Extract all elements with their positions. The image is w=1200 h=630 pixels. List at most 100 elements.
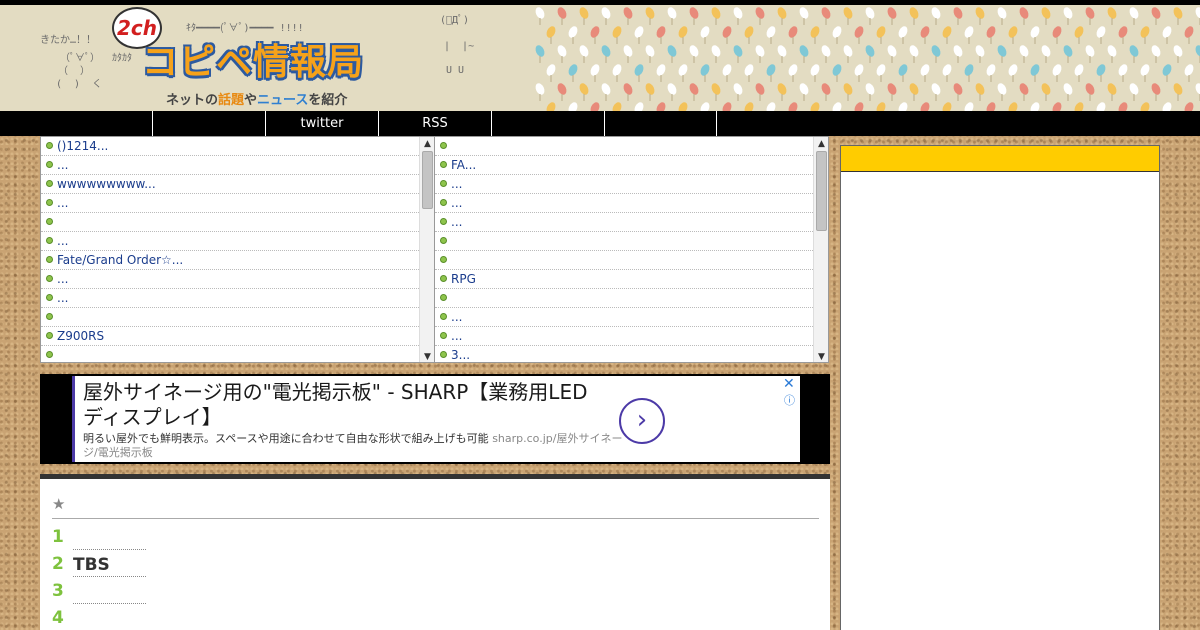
feed-item-link[interactable]: FA... [451, 158, 476, 172]
leaf-shape [997, 7, 1007, 19]
leaf-shape [1008, 64, 1018, 76]
leaf-shape [975, 7, 985, 19]
feed-item[interactable]: wwwwwwwww... [41, 175, 419, 194]
scroll-up-icon[interactable]: ▲ [420, 137, 434, 151]
scrollbar-left[interactable]: ▲ ▼ [419, 137, 434, 362]
ad-title[interactable]: 屋外サイネージ用の"電光掲示板" - SHARP【業務用LEDディスプレイ】 [83, 380, 603, 430]
feed-item[interactable]: RPG [435, 270, 813, 289]
ranking-item[interactable]: 2 TBS [52, 554, 352, 581]
site-logo[interactable]: コピペ情報局 [142, 43, 364, 83]
feed-item[interactable] [435, 232, 813, 251]
feed-item[interactable]: ... [41, 156, 419, 175]
feed-item-link[interactable]: ... [57, 291, 68, 305]
ad-arrow-icon[interactable]: › [619, 398, 665, 444]
feed-item[interactable]: Fate/Grand Order☆... [41, 251, 419, 270]
ad-card[interactable]: 屋外サイネージ用の"電光掲示板" - SHARP【業務用LEDディスプレイ】 明… [72, 376, 800, 462]
feed-item[interactable]: ... [41, 194, 419, 213]
feed-item[interactable]: ... [41, 270, 419, 289]
subtitle-news: ニュース [257, 93, 309, 108]
feed-item[interactable]: ... [41, 232, 419, 251]
feed-item[interactable]: ... [435, 213, 813, 232]
leaf-shape [711, 45, 721, 57]
feed-item-link[interactable]: ... [57, 158, 68, 172]
leaf-shape [931, 7, 941, 19]
nav-item-rss[interactable]: RSS [378, 111, 491, 136]
feed-item-link[interactable]: Z900RS [57, 329, 104, 343]
ranking-item[interactable]: 3 [52, 581, 352, 608]
rank-title[interactable] [73, 581, 146, 604]
nav-item-1[interactable] [152, 111, 265, 136]
feed-item[interactable] [41, 213, 419, 232]
feed-item-link[interactable]: ... [451, 215, 462, 229]
scroll-thumb[interactable] [816, 151, 827, 231]
feed-item-link[interactable]: RPG [451, 272, 476, 286]
nav-item-5[interactable] [491, 111, 604, 136]
scroll-thumb[interactable] [422, 151, 433, 209]
subtitle-part: を紹介 [308, 93, 348, 108]
leaf-shape [799, 45, 809, 57]
leaf-shape [755, 7, 765, 19]
ranking-item[interactable]: 1 [52, 527, 352, 554]
leaf-shape [1085, 7, 1095, 19]
feed-item-link[interactable]: ... [451, 196, 462, 210]
scrollbar-right[interactable]: ▲ ▼ [813, 137, 828, 362]
scroll-down-icon[interactable]: ▼ [420, 350, 434, 362]
feed-item[interactable]: ... [435, 308, 813, 327]
leaf-shape [1030, 102, 1040, 111]
leaf-shape [1195, 7, 1200, 19]
bullet-icon [46, 161, 53, 168]
leaf-shape [1173, 83, 1183, 95]
rank-title[interactable] [73, 527, 146, 550]
ranking-item[interactable]: 4 [52, 608, 352, 630]
rank-title[interactable] [73, 608, 146, 630]
ad-info-icon[interactable]: ⓘ [784, 392, 795, 408]
bullet-icon [440, 161, 447, 168]
feed-item-link[interactable]: ... [57, 272, 68, 286]
nav-item-6[interactable] [604, 111, 717, 136]
feed-item[interactable]: Z900RS [41, 327, 419, 346]
leaf-shape [1162, 102, 1172, 111]
feed-item[interactable]: 3... [435, 346, 813, 362]
feed-box-left[interactable]: ()1214...... wwwwwwwww......... Fate/Grand… [40, 136, 435, 363]
feed-item[interactable]: ... [41, 289, 419, 308]
leaf-shape [953, 45, 963, 57]
leaf-shape [612, 64, 622, 76]
scroll-down-icon[interactable]: ▼ [814, 350, 828, 362]
leaf-shape [1107, 45, 1117, 57]
nav-item-twitter[interactable]: twitter [265, 111, 378, 136]
leaf-shape [821, 83, 831, 95]
scroll-up-icon[interactable]: ▲ [814, 137, 828, 151]
feed-item-link[interactable]: Fate/Grand Order☆... [57, 253, 183, 267]
leaf-shape [733, 7, 743, 19]
feed-item-link[interactable]: ()1214... [57, 139, 108, 153]
leaf-shape [1184, 26, 1194, 38]
feed-item[interactable]: ... [435, 175, 813, 194]
bullet-icon [440, 237, 447, 244]
feed-item[interactable]: ... [435, 194, 813, 213]
feed-box-right[interactable]: FA... ......... RPG... ... 3... ▲ ▼ [434, 136, 829, 363]
feed-item[interactable]: FA... [435, 156, 813, 175]
feed-item[interactable] [435, 137, 813, 156]
leaf-shape [1118, 102, 1128, 111]
feed-item[interactable] [435, 251, 813, 270]
leaf-shape [1008, 102, 1018, 111]
feed-item-link[interactable]: ... [451, 329, 462, 343]
leaf-shape [601, 45, 611, 57]
feed-item-link[interactable]: wwwwwwwww... [57, 177, 156, 191]
leaf-shape [964, 26, 974, 38]
feed-item-link[interactable]: ... [451, 177, 462, 191]
feed-item[interactable]: ... [435, 327, 813, 346]
feed-item[interactable] [41, 308, 419, 327]
feed-item-link[interactable]: ... [57, 234, 68, 248]
ascii-art-left-2: （ﾟ∀ﾟ） ｶﾀｶﾀ [60, 53, 133, 64]
feed-item-link[interactable]: ... [451, 310, 462, 324]
rank-title[interactable]: TBS [73, 554, 146, 577]
ad-close-icon[interactable]: ✕ [783, 376, 795, 392]
ascii-art-left-3: （ ） [58, 66, 91, 77]
feed-item[interactable]: ()1214... [41, 137, 419, 156]
feed-item[interactable] [435, 289, 813, 308]
feed-item-link[interactable]: 3... [451, 348, 470, 362]
feed-item[interactable] [41, 346, 419, 362]
feed-item-link[interactable]: ... [57, 196, 68, 210]
leaf-shape [623, 7, 633, 19]
